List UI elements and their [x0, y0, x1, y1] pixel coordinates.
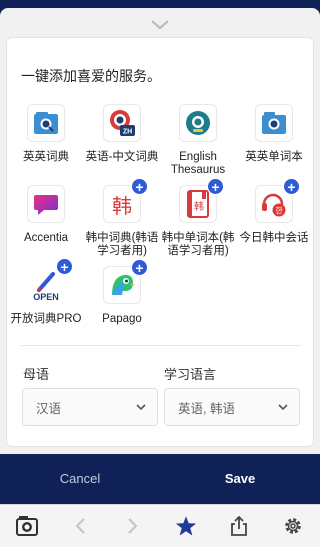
add-service-plus-icon[interactable]: +: [207, 178, 224, 195]
service-tile-papago[interactable]: + Papago: [84, 259, 160, 326]
forward-arrow-icon[interactable]: [120, 514, 146, 538]
service-tile-korean-chinese-dictionary[interactable]: 韩 + 韩中词典(韩语学习者用): [84, 178, 160, 258]
thesaurus-icon: [179, 104, 217, 142]
korean-char-icon: 韩 +: [103, 178, 148, 223]
learning-language-select[interactable]: 英语, 韩语: [164, 388, 300, 426]
service-label: 今日韩中会话: [239, 232, 309, 244]
service-tile-open-dictionary[interactable]: OPEN + 开放词典PRO: [8, 258, 84, 326]
service-tile-english-chinese-dictionary[interactable]: ZH 英语-中文词典: [84, 104, 160, 164]
native-language-select[interactable]: 汉语: [22, 388, 158, 426]
settings-icon[interactable]: [280, 514, 306, 538]
open-dictionary-icon: OPEN +: [27, 258, 73, 304]
share-icon[interactable]: [226, 514, 252, 538]
hangul-badge-text: 한: [275, 207, 283, 216]
add-service-plus-icon[interactable]: +: [131, 259, 148, 276]
card-heading: 一键添加喜爱的服务。: [21, 68, 161, 84]
star-icon[interactable]: [173, 514, 199, 538]
service-label: 英英单词本: [245, 151, 303, 163]
service-label: 英英词典: [23, 151, 69, 163]
native-language-value: 汉语: [36, 401, 62, 416]
add-service-plus-icon[interactable]: +: [131, 178, 148, 195]
service-tile-korean-chinese-conversation[interactable]: 한 + 今日韩中会话: [236, 178, 312, 245]
learning-language-value: 英语, 韩语: [178, 401, 235, 416]
services-card: 一键添加喜爱的服务。 英英词典 ZH 英语-中文词典 English Thesa…: [6, 37, 314, 447]
save-button[interactable]: Save: [160, 454, 320, 504]
service-tile-english-wordbook[interactable]: 英英单词本: [236, 104, 312, 164]
chevron-down-icon: [136, 404, 146, 411]
collapse-chevron-icon[interactable]: [146, 18, 174, 32]
folder-search-icon: [255, 104, 293, 142]
native-language-label: 母语: [23, 367, 50, 382]
conversation-icon: 한 +: [255, 178, 300, 223]
korean-glyph: 韩: [112, 193, 132, 218]
korean-glyph: 韩: [194, 200, 204, 213]
service-label: Accentia: [23, 232, 69, 244]
service-label: Papago: [102, 313, 142, 325]
section-divider: [21, 345, 301, 346]
accentia-icon: [27, 185, 65, 223]
service-label: 英语-中文词典: [85, 151, 159, 163]
service-label: 韩中单词本(韩语学习者用): [161, 232, 235, 257]
learning-language-label: 学习语言: [164, 367, 217, 382]
book-search-icon: [27, 104, 65, 142]
service-tile-english-dictionary[interactable]: 英英词典: [8, 104, 84, 164]
add-service-plus-icon[interactable]: +: [283, 178, 300, 195]
korean-notebook-icon: 韩 +: [179, 178, 224, 223]
add-service-plus-icon[interactable]: +: [56, 258, 73, 275]
dictionary-icon[interactable]: [14, 514, 40, 538]
service-label: 开放词典PRO: [10, 313, 82, 325]
service-label: 韩中词典(韩语学习者用): [85, 232, 159, 257]
back-arrow-icon[interactable]: [67, 514, 93, 538]
chevron-down-icon: [278, 404, 288, 411]
book-zh-icon: ZH: [103, 104, 141, 142]
zh-badge-text: ZH: [123, 129, 132, 136]
service-tile-english-thesaurus[interactable]: English Thesaurus: [160, 104, 236, 177]
open-badge-text: OPEN: [33, 292, 59, 302]
action-bar: Cancel Save: [0, 454, 320, 504]
cancel-button[interactable]: Cancel: [0, 454, 160, 504]
bottom-toolbar: [0, 504, 320, 547]
service-tile-accentia[interactable]: Accentia: [8, 185, 84, 245]
service-tile-korean-chinese-wordbook[interactable]: 韩 + 韩中单词本(韩语学习者用): [160, 178, 236, 258]
service-label: English Thesaurus: [170, 151, 226, 176]
papago-icon: +: [103, 259, 148, 304]
